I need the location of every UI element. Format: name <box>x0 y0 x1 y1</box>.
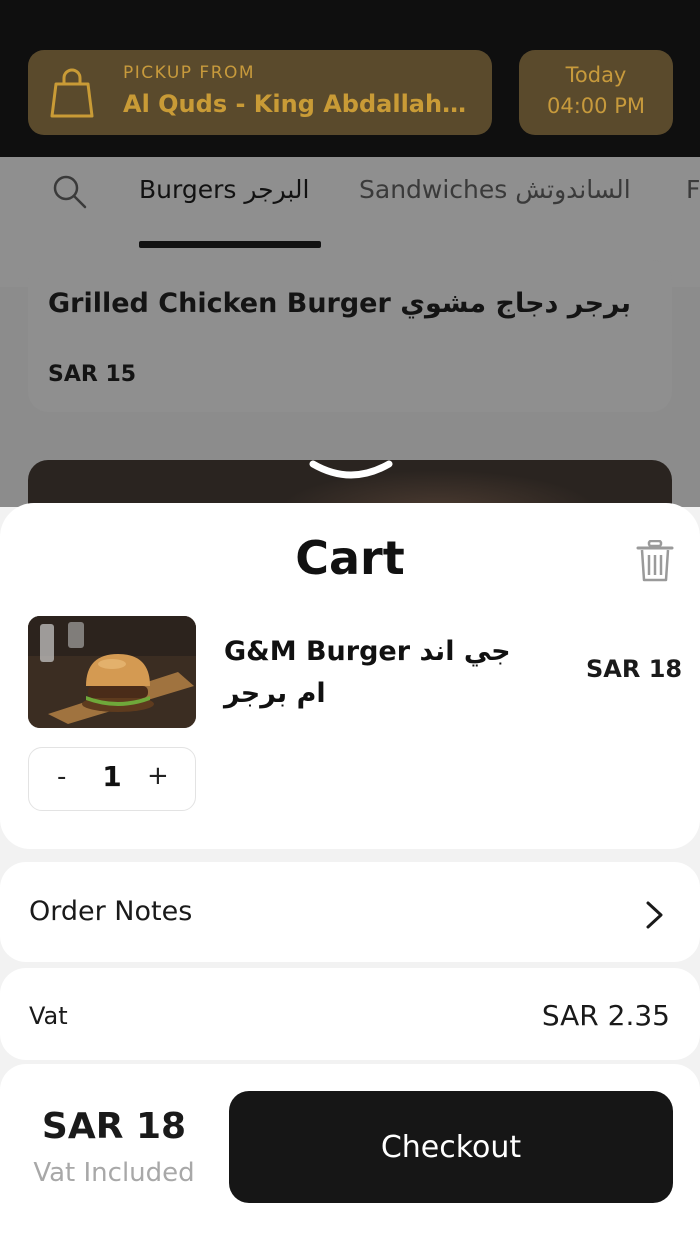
pickup-time-selector[interactable]: Today 04:00 PM <box>519 50 673 135</box>
pickup-time: 04:00 PM <box>547 94 645 118</box>
cart-item-name: G&M Burger جي اند ام برجر <box>224 636 511 709</box>
checkout-button[interactable]: Checkout <box>229 1091 673 1203</box>
pickup-label: PICKUP FROM <box>123 63 256 83</box>
order-notes-row[interactable]: Order Notes <box>0 862 700 962</box>
menu-item-card[interactable]: Grilled Chicken Burger برجر دجاج مشوي SA… <box>28 260 672 412</box>
tab-burgers[interactable]: Burgers البرجر <box>139 175 310 204</box>
order-notes-label: Order Notes <box>29 896 193 927</box>
pickup-day: Today <box>565 63 627 87</box>
increase-quantity-button[interactable]: + <box>147 761 169 791</box>
pickup-location: Al Quds - King Abdallah R... <box>123 90 473 118</box>
tab-sandwiches[interactable]: Sandwiches الساندوتش <box>359 175 631 204</box>
cart-title: Cart <box>295 531 405 585</box>
pickup-location-selector[interactable]: PICKUP FROM Al Quds - King Abdallah R... <box>28 50 492 135</box>
checkout-bar: SAR 18 Vat Included Checkout <box>0 1064 700 1244</box>
quantity-value: 1 <box>102 760 122 793</box>
cart-sheet: Cart G&M Burger جي اند ام برجر SAR 18 - … <box>0 503 700 849</box>
shopping-bag-icon <box>50 68 94 118</box>
search-icon[interactable] <box>52 174 88 210</box>
menu-item-price: SAR 15 <box>48 362 137 387</box>
vat-label: Vat <box>29 1002 68 1030</box>
vat-value: SAR 2.35 <box>541 999 670 1032</box>
active-tab-indicator <box>139 241 321 248</box>
top-header: PICKUP FROM Al Quds - King Abdallah R...… <box>0 0 700 157</box>
cart-item-price: SAR 18 <box>586 655 683 683</box>
trash-icon[interactable] <box>636 540 674 582</box>
quantity-stepper: - 1 + <box>28 747 196 811</box>
tab-more[interactable]: F <box>686 175 700 204</box>
order-total: SAR 18 <box>41 1106 187 1147</box>
cart-item-image <box>28 616 196 728</box>
vat-row: Vat SAR 2.35 <box>0 968 700 1060</box>
menu-item-name: Grilled Chicken Burger برجر دجاج مشوي <box>48 288 631 319</box>
chevron-right-icon <box>646 901 663 929</box>
chevron-down-icon[interactable] <box>305 456 397 488</box>
vat-included-note: Vat Included <box>33 1158 195 1188</box>
